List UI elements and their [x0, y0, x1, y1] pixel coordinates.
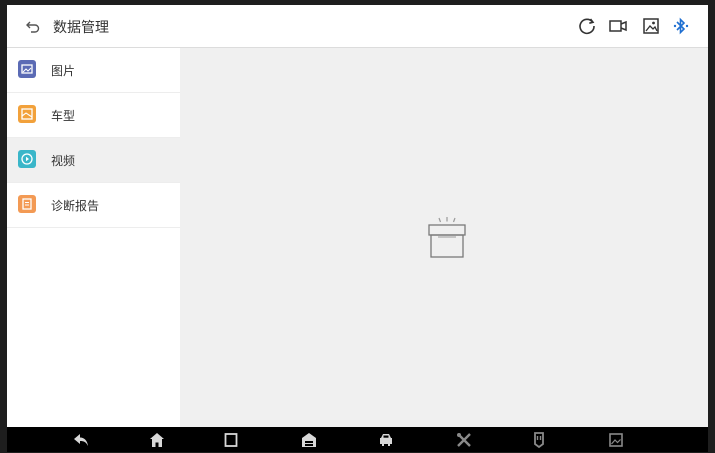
tools-icon[interactable] [455, 431, 473, 449]
home-icon[interactable] [148, 431, 166, 449]
category-sidebar: 图片 车型 视频 诊断报告 [7, 48, 180, 427]
vci-icon[interactable] [530, 431, 548, 449]
garage-icon[interactable] [300, 431, 318, 449]
back-icon[interactable] [25, 18, 41, 34]
sidebar-item-label: 视频 [51, 154, 76, 168]
report-icon [18, 195, 36, 213]
car-icon[interactable] [377, 431, 395, 449]
screenshot-icon[interactable] [641, 16, 661, 36]
sidebar-item-label: 图片 [51, 64, 76, 78]
system-nav-bar [7, 427, 708, 452]
image-icon [18, 60, 36, 78]
empty-box-icon [425, 215, 469, 267]
sidebar-item-diagnostic-reports[interactable]: 诊断报告 [7, 183, 180, 228]
sidebar-item-videos[interactable]: 视频 [7, 138, 180, 183]
gallery-icon[interactable] [607, 431, 625, 449]
video-record-icon[interactable] [608, 16, 628, 36]
sidebar-item-images[interactable]: 图片 [7, 48, 180, 93]
bluetooth-icon[interactable] [671, 16, 691, 36]
sidebar-item-car-models[interactable]: 车型 [7, 93, 180, 138]
recent-apps-icon[interactable] [222, 431, 240, 449]
video-icon [18, 150, 36, 168]
screen: 数据管理 图片 车型 视频 诊断报告 [7, 5, 708, 427]
back-arrow-icon[interactable] [72, 431, 90, 449]
refresh-icon[interactable] [577, 16, 597, 36]
sidebar-item-label: 诊断报告 [51, 199, 100, 213]
car-model-icon [18, 105, 36, 123]
sidebar-item-label: 车型 [51, 109, 76, 123]
content-area [180, 48, 708, 427]
header-bar: 数据管理 [7, 5, 708, 48]
page-title: 数据管理 [53, 20, 109, 36]
